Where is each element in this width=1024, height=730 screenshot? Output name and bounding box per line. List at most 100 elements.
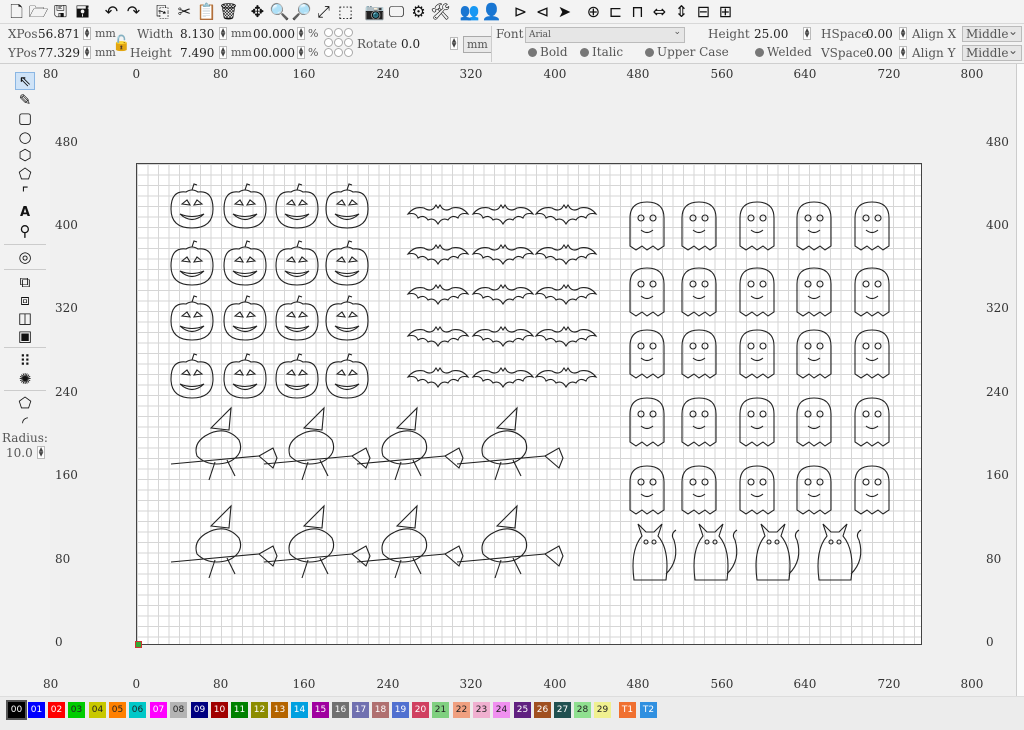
color-swatch-27[interactable]: 27 — [554, 702, 571, 718]
ghost-body[interactable] — [681, 397, 717, 447]
grid-array-icon[interactable]: ⠿ — [15, 352, 35, 370]
pumpkin-shape[interactable] — [275, 183, 319, 229]
hspace-field[interactable]: 0.00 — [866, 27, 893, 41]
color-swatch-02[interactable]: 02 — [48, 702, 65, 718]
color-swatch-T1[interactable]: T1 — [619, 702, 636, 718]
pumpkin-shape[interactable] — [325, 240, 369, 286]
ghost-eye[interactable] — [804, 410, 812, 418]
fillet-tool-icon[interactable]: ◜ — [15, 413, 35, 431]
ghost-shape[interactable] — [796, 397, 832, 447]
pumpkin-stem[interactable] — [296, 240, 303, 248]
rotate-spinner[interactable]: ▲ ▼ — [450, 37, 458, 50]
ghost-body[interactable] — [796, 397, 832, 447]
ghost-mouth[interactable] — [865, 295, 879, 300]
ghost-mouth[interactable] — [807, 357, 821, 362]
witch-on-broom-shape[interactable] — [456, 504, 564, 579]
color-swatch-07[interactable]: 07 — [150, 702, 167, 718]
pumpkin-mouth[interactable] — [232, 270, 258, 278]
color-swatch-09[interactable]: 09 — [191, 702, 208, 718]
ghost-body[interactable] — [739, 329, 775, 379]
ghost-shape[interactable] — [854, 465, 890, 515]
color-swatch-17[interactable]: 17 — [352, 702, 369, 718]
zoom-fit-icon[interactable]: ⤢ — [313, 1, 334, 22]
ghost-mouth[interactable] — [692, 295, 706, 300]
pumpkin-stem[interactable] — [296, 353, 303, 361]
ghost-eye[interactable] — [759, 214, 767, 222]
broom-bristles[interactable] — [444, 447, 464, 469]
hspace-spinner[interactable]: ▲ ▼ — [899, 27, 907, 40]
ghost-eye[interactable] — [649, 214, 657, 222]
ghost-eye[interactable] — [649, 280, 657, 288]
ghost-mouth[interactable] — [692, 493, 706, 498]
ghost-body[interactable] — [739, 201, 775, 251]
witch-on-broom-shape[interactable] — [356, 504, 464, 579]
bat-silhouette[interactable] — [471, 367, 535, 389]
ghost-body[interactable] — [629, 397, 665, 447]
bat-silhouette[interactable] — [534, 204, 598, 226]
broom-bristles[interactable] — [258, 545, 278, 567]
pumpkin-mouth[interactable] — [179, 325, 205, 333]
cat-eye[interactable] — [836, 539, 842, 545]
ghost-eye[interactable] — [637, 342, 645, 350]
pumpkin-outline[interactable] — [170, 246, 214, 286]
color-swatch-26[interactable]: 26 — [534, 702, 551, 718]
color-swatch-29[interactable]: 29 — [594, 702, 611, 718]
align-x-select[interactable]: Middle — [962, 24, 1022, 42]
zoom-in-icon[interactable]: 🔍 — [269, 1, 290, 22]
ghost-mouth[interactable] — [865, 493, 879, 498]
ghost-body[interactable] — [854, 329, 890, 379]
ghost-eye[interactable] — [874, 342, 882, 350]
bat-silhouette[interactable] — [471, 204, 535, 226]
ghost-eye[interactable] — [862, 478, 870, 486]
zoom-out-icon[interactable]: 🔎 — [291, 1, 312, 22]
ghosts-and-owls-group[interactable] — [629, 201, 890, 515]
color-swatch-20[interactable]: 20 — [412, 702, 429, 718]
ghost-eye[interactable] — [701, 342, 709, 350]
ghost-mouth[interactable] — [807, 229, 821, 234]
pumpkin-stem[interactable] — [244, 353, 251, 361]
pumpkin-eyes[interactable] — [335, 369, 359, 376]
bats-group[interactable] — [406, 204, 598, 389]
polygon-tool-icon[interactable]: ⬡ — [15, 146, 35, 164]
pumpkin-eyes[interactable] — [335, 199, 359, 206]
pumpkin-stem[interactable] — [244, 183, 251, 191]
select-tool-icon[interactable]: ⇖ — [15, 72, 35, 90]
height-field[interactable]: 7.490 — [180, 46, 214, 60]
ghost-eye[interactable] — [649, 410, 657, 418]
radius-field[interactable]: 10.0 — [6, 446, 33, 460]
width-spinner[interactable]: ▲ ▼ — [219, 27, 227, 40]
ghost-eye[interactable] — [862, 342, 870, 350]
ghost-body[interactable] — [681, 201, 717, 251]
ghost-body[interactable] — [681, 329, 717, 379]
pumpkin-stem[interactable] — [346, 240, 353, 248]
witch-legs[interactable] — [494, 459, 522, 481]
pumpkin-mouth[interactable] — [232, 213, 258, 221]
cat-eye[interactable] — [828, 539, 834, 545]
ghost-eye[interactable] — [874, 478, 882, 486]
italic-toggle[interactable]: Italic — [580, 45, 623, 59]
pumpkin-mouth[interactable] — [179, 213, 205, 221]
ghost-eye[interactable] — [701, 410, 709, 418]
witch-legs[interactable] — [494, 557, 522, 579]
pumpkin-outline[interactable] — [275, 301, 319, 341]
color-swatch-11[interactable]: 11 — [231, 702, 248, 718]
align-left-icon[interactable]: ⊏ — [605, 1, 626, 22]
cat-body[interactable] — [632, 523, 668, 581]
move-icon[interactable]: ✥ — [247, 1, 268, 22]
pumpkin-outline[interactable] — [170, 301, 214, 341]
cat-eye[interactable] — [643, 539, 649, 545]
color-swatch-25[interactable]: 25 — [514, 702, 531, 718]
align-y-select[interactable]: Middle — [962, 43, 1022, 61]
cat-body[interactable] — [755, 523, 791, 581]
pumpkin-outline[interactable] — [275, 189, 319, 229]
ghost-mouth[interactable] — [640, 493, 654, 498]
pumpkin-outline[interactable] — [325, 189, 369, 229]
ghost-shape[interactable] — [796, 329, 832, 379]
pumpkin-eyes[interactable] — [285, 199, 309, 206]
pumpkin-stem[interactable] — [191, 295, 198, 303]
ghost-eye[interactable] — [816, 214, 824, 222]
pumpkin-outline[interactable] — [223, 359, 267, 399]
ghost-eye[interactable] — [804, 280, 812, 288]
ghost-shape[interactable] — [681, 465, 717, 515]
user-icon[interactable]: 👤 — [481, 1, 502, 22]
